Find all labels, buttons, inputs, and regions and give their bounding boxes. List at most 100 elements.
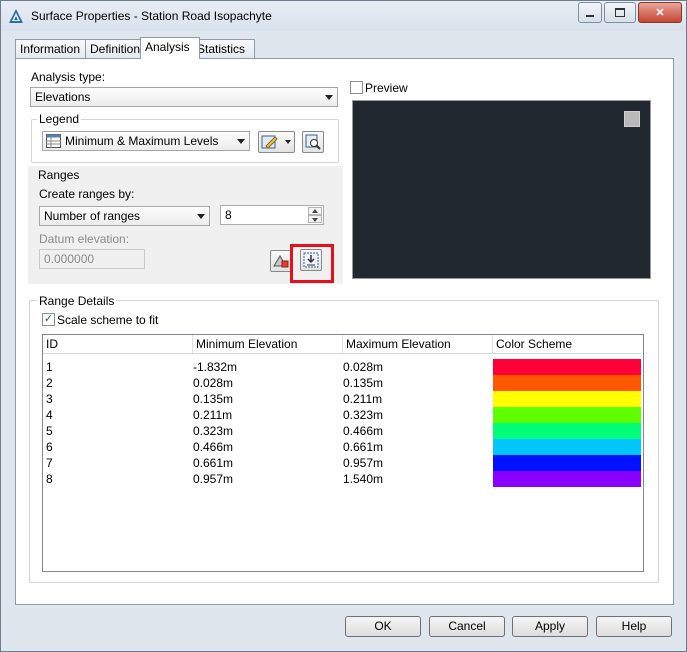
row-min-elevation: 0.211m	[193, 408, 233, 422]
run-analysis-icon	[273, 255, 289, 268]
number-of-ranges-input[interactable]: 8	[220, 205, 324, 225]
preview-area	[352, 100, 651, 279]
minimize-icon	[586, 14, 594, 17]
create-ranges-select[interactable]: Number of ranges	[39, 206, 210, 226]
tab-analysis[interactable]: Analysis	[140, 37, 200, 59]
table-icon	[46, 134, 61, 148]
analysis-type-select[interactable]: Elevations	[30, 87, 338, 107]
row-max-elevation: 0.211m	[343, 392, 383, 406]
create-ranges-label: Create ranges by:	[39, 187, 135, 201]
row-max-elevation: 0.957m	[343, 456, 384, 470]
column-header-max-elevation[interactable]: Maximum Elevation	[343, 335, 493, 354]
row-max-elevation: 0.028m	[343, 360, 384, 374]
row-id: 8	[46, 472, 53, 486]
close-button[interactable]: ✕	[638, 2, 682, 23]
run-analysis-button[interactable]	[270, 250, 292, 272]
row-id: 4	[46, 408, 53, 422]
chevron-down-icon	[312, 218, 318, 222]
datum-elevation-input[interactable]: 0.000000	[39, 249, 145, 269]
row-id: 2	[46, 376, 53, 390]
table-row[interactable]: 7 0.661m 0.957m	[43, 455, 641, 471]
chevron-down-icon	[285, 140, 291, 144]
magnify-details-icon	[305, 134, 321, 150]
ok-button[interactable]: OK	[345, 616, 421, 637]
column-header-color-scheme[interactable]: Color Scheme	[493, 335, 641, 354]
help-button[interactable]: Help	[596, 616, 672, 637]
row-min-elevation: -1.832m	[193, 360, 238, 374]
range-details-label: Range Details	[37, 294, 117, 308]
legend-value: Minimum & Maximum Levels	[65, 134, 219, 148]
analysis-type-value: Elevations	[35, 90, 91, 104]
scale-scheme-checkbox[interactable]: ✓	[42, 313, 55, 326]
preview-label: Preview	[365, 81, 408, 95]
chevron-down-icon	[237, 139, 245, 144]
table-row[interactable]: 2 0.028m 0.135m	[43, 375, 641, 391]
number-of-ranges-value: 8	[225, 208, 232, 222]
table-row[interactable]: 1 -1.832m 0.028m	[43, 359, 641, 375]
color-swatch[interactable]	[493, 423, 641, 439]
row-min-elevation: 0.466m	[193, 440, 234, 454]
row-min-elevation: 0.957m	[193, 472, 234, 486]
spin-up-button[interactable]	[308, 207, 322, 215]
maximize-button[interactable]	[604, 2, 636, 23]
color-swatch[interactable]	[493, 375, 641, 391]
table-row[interactable]: 5 0.323m 0.466m	[43, 423, 641, 439]
table-row[interactable]: 4 0.211m 0.323m	[43, 407, 641, 423]
color-swatch[interactable]	[493, 455, 641, 471]
color-swatch[interactable]	[493, 471, 641, 487]
row-id: 1	[46, 360, 53, 374]
row-min-elevation: 0.323m	[193, 424, 234, 438]
apply-button[interactable]: Apply	[512, 616, 588, 637]
maximize-icon	[615, 8, 625, 17]
dialog-window: Surface Properties - Station Road Isopac…	[0, 0, 687, 652]
row-id: 3	[46, 392, 53, 406]
color-swatch[interactable]	[493, 359, 641, 375]
checkmark-icon: ✓	[43, 313, 54, 325]
details-button[interactable]	[302, 131, 324, 153]
edit-style-button[interactable]	[258, 131, 295, 153]
datum-elevation-value: 0.000000	[44, 252, 95, 266]
color-swatch[interactable]	[493, 391, 641, 407]
column-header-id[interactable]: ID	[43, 335, 193, 354]
analysis-type-label: Analysis type:	[31, 70, 106, 84]
row-max-elevation: 0.323m	[343, 408, 384, 422]
preview-checkbox[interactable]	[350, 81, 363, 94]
title-bar[interactable]: Surface Properties - Station Road Isopac…	[1, 1, 686, 31]
row-id: 6	[46, 440, 53, 454]
window-title: Surface Properties - Station Road Isopac…	[31, 9, 272, 23]
row-min-elevation: 0.135m	[193, 392, 234, 406]
tab-statistics[interactable]: Statistics	[192, 39, 255, 58]
table-row[interactable]: 3 0.135m 0.211m	[43, 391, 641, 407]
close-icon: ✕	[655, 7, 665, 19]
range-details-table: ID Minimum Elevation Maximum Elevation C…	[42, 334, 644, 572]
tab-information[interactable]: Information	[15, 39, 95, 58]
row-max-elevation: 1.540m	[343, 472, 384, 486]
legend-select[interactable]: Minimum & Maximum Levels	[42, 131, 250, 151]
row-min-elevation: 0.028m	[193, 376, 234, 390]
cancel-button[interactable]: Cancel	[429, 616, 505, 637]
autocad-civil-logo-icon	[9, 9, 23, 23]
color-swatch[interactable]	[493, 407, 641, 423]
scale-scheme-label: Scale scheme to fit	[57, 313, 159, 327]
edit-style-icon	[261, 135, 278, 149]
datum-elevation-label: Datum elevation:	[39, 232, 130, 246]
table-row[interactable]: 8 0.957m 1.540m	[43, 471, 641, 487]
row-max-elevation: 0.661m	[343, 440, 384, 454]
highlight-box	[290, 244, 334, 283]
table-row[interactable]: 6 0.466m 0.661m	[43, 439, 641, 455]
row-id: 7	[46, 456, 53, 470]
legend-group-label: Legend	[37, 112, 82, 126]
chevron-down-icon	[197, 214, 205, 219]
row-min-elevation: 0.661m	[193, 456, 234, 470]
row-max-elevation: 0.135m	[343, 376, 384, 390]
color-swatch[interactable]	[493, 439, 641, 455]
column-header-min-elevation[interactable]: Minimum Elevation	[193, 335, 343, 354]
chevron-down-icon	[325, 95, 333, 100]
chevron-up-icon	[312, 209, 318, 213]
row-id: 5	[46, 424, 53, 438]
create-ranges-value: Number of ranges	[44, 209, 141, 223]
ranges-group-label: Ranges	[38, 168, 80, 182]
preview-square-icon	[624, 111, 640, 127]
minimize-button[interactable]	[578, 2, 602, 23]
spin-down-button[interactable]	[308, 215, 322, 223]
